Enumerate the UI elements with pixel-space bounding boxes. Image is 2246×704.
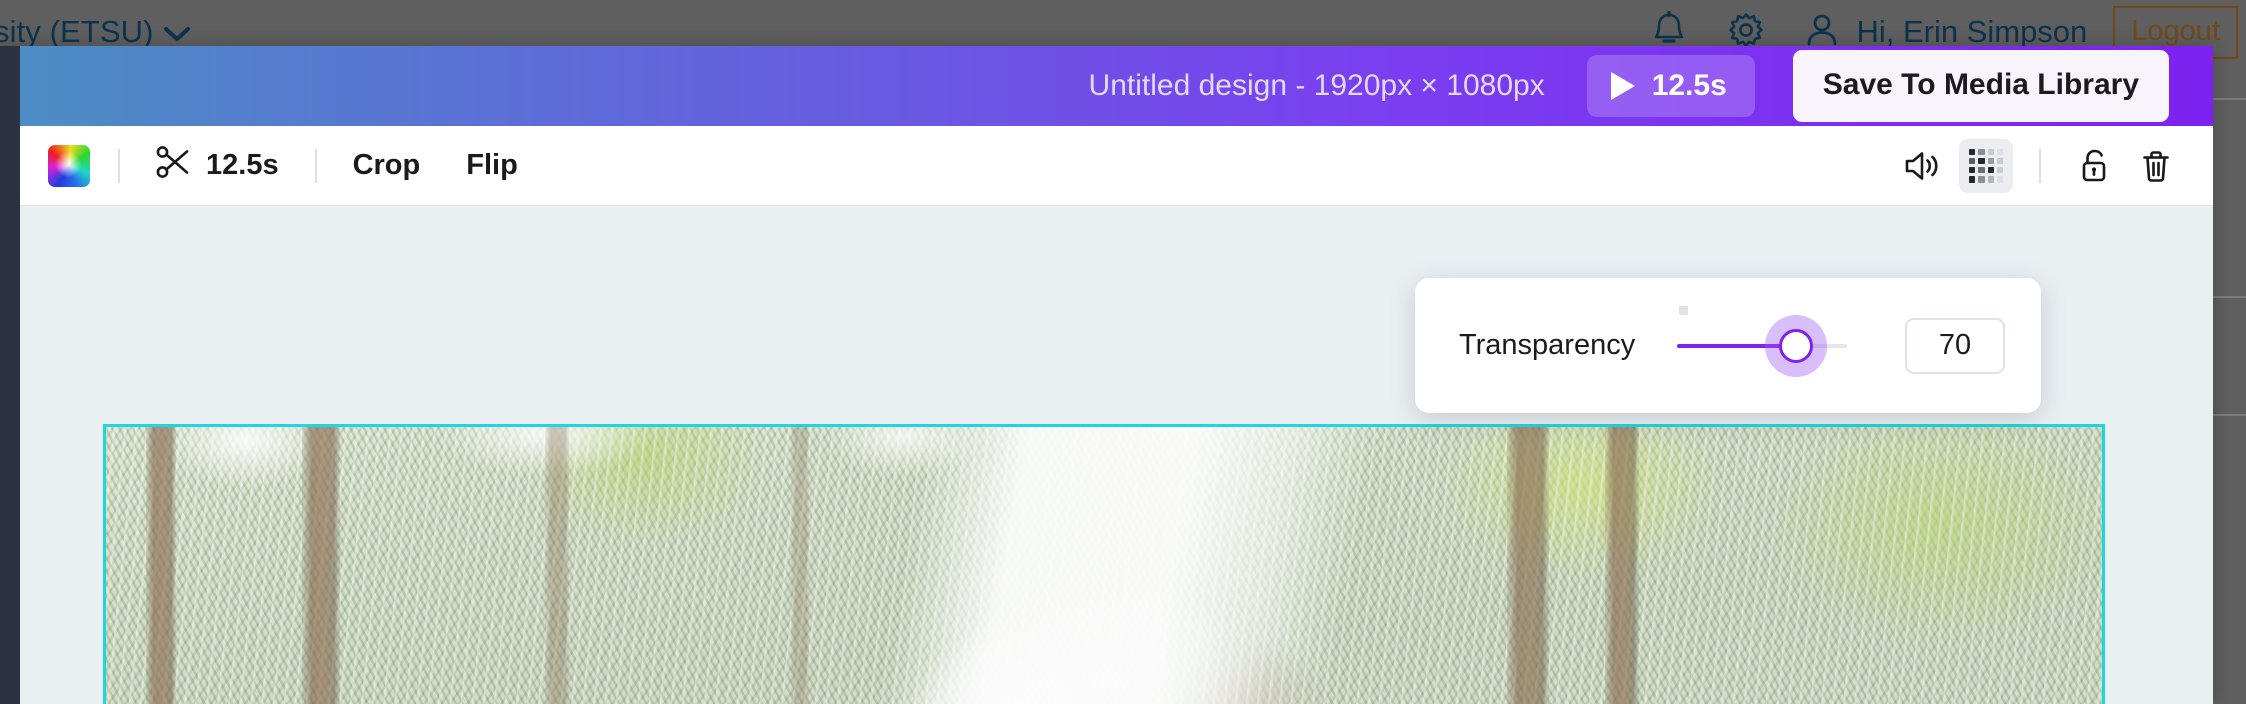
transparency-slider[interactable] xyxy=(1677,305,1847,368)
organization-name: sity (ETSU) xyxy=(0,14,154,49)
checker-glyph xyxy=(1969,148,2003,183)
checkerboard-transparency-icon[interactable] xyxy=(1959,138,2013,193)
trim-duration-label: 12.5s xyxy=(206,149,279,181)
color-gradient-swatch-icon[interactable] xyxy=(48,144,90,187)
host-page-divider xyxy=(2213,414,2246,416)
host-page-divider xyxy=(2213,296,2246,298)
slider-thumb[interactable] xyxy=(1779,328,1814,363)
editor-header: Untitled design - 1920px × 1080px 12.5s … xyxy=(20,46,2213,126)
editor-left-rail xyxy=(0,46,20,704)
transparency-popover: Transparency 70 xyxy=(1415,278,2041,413)
crop-button[interactable]: Crop xyxy=(349,143,425,188)
tree-trunk xyxy=(301,427,340,704)
speaker-volume-icon[interactable] xyxy=(1895,139,1949,193)
tree-trunk xyxy=(145,427,176,704)
scissors-icon xyxy=(154,143,192,189)
trash-icon[interactable] xyxy=(2129,139,2183,193)
trim-duration-button[interactable]: 12.5s xyxy=(150,137,283,195)
waterfall-forest-photo[interactable] xyxy=(103,424,2105,704)
play-icon xyxy=(1610,72,1635,100)
toolbar-divider xyxy=(2039,148,2041,183)
play-preview-button[interactable]: 12.5s xyxy=(1586,55,1755,117)
photo-fill xyxy=(106,427,2102,704)
design-duration: 12.5s xyxy=(1651,69,1727,102)
tree-trunk xyxy=(790,427,809,704)
flip-button[interactable]: Flip xyxy=(462,143,522,188)
user-greeting: Hi, Erin Simpson xyxy=(1856,14,2088,49)
toolbar-divider xyxy=(118,148,120,183)
transparency-label: Transparency xyxy=(1459,329,1636,361)
element-toolbar: 12.5s Crop Flip xyxy=(20,126,2213,206)
tree-trunk xyxy=(1507,427,1550,704)
host-page-divider xyxy=(2213,98,2246,100)
save-to-media-library-button[interactable]: Save To Media Library xyxy=(1792,50,2169,122)
toolbar-divider xyxy=(314,148,317,183)
design-title: Untitled design - 1920px × 1080px xyxy=(1088,69,1545,102)
tree-trunk xyxy=(1604,427,1639,704)
slider-min-tick xyxy=(1679,305,1689,315)
organization-selector[interactable]: sity (ETSU) xyxy=(0,14,190,50)
unlock-icon[interactable] xyxy=(2067,139,2121,193)
chevron-down-icon xyxy=(163,14,190,50)
tree-trunk xyxy=(545,427,570,704)
design-editor-modal: Untitled design - 1920px × 1080px 12.5s … xyxy=(0,46,2213,704)
app-root: sity (ETSU) Hi, Erin Simpson Logout Unti… xyxy=(0,0,2246,704)
design-canvas[interactable]: Transparency 70 xyxy=(20,206,2213,704)
transparency-value-input[interactable]: 70 xyxy=(1905,317,2005,374)
host-page-band xyxy=(2213,64,2246,704)
